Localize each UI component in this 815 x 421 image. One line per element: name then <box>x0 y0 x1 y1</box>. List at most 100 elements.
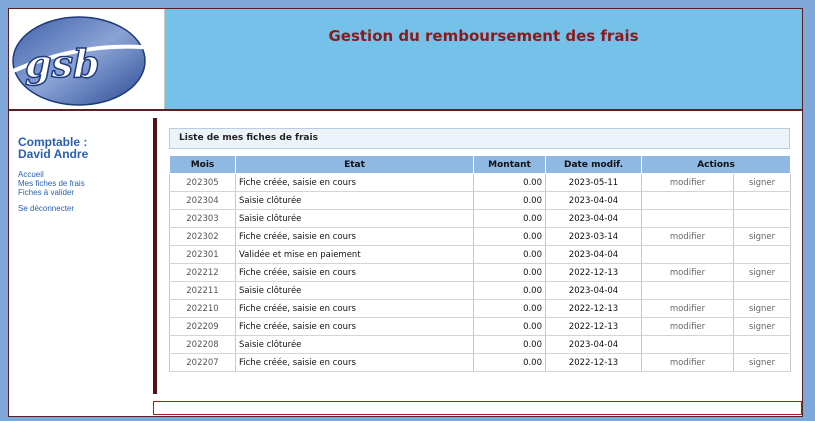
montant-cell: 0.00 <box>473 191 546 210</box>
etat-cell: Saisie clôturée <box>235 209 474 228</box>
date-modif-cell: 2023-04-04 <box>545 245 642 264</box>
table-row: 202211 Saisie clôturée 0.00 2023-04-04 <box>169 281 792 300</box>
header: gsb Gestion du remboursement des frais <box>9 9 802 111</box>
logo: gsb <box>9 9 165 109</box>
table-row: 202305 Fiche créée, saisie en cours 0.00 20… <box>169 173 792 192</box>
montant-cell: 0.00 <box>473 335 546 354</box>
date-modif-cell: 2023-04-04 <box>545 209 642 228</box>
montant-cell: 0.00 <box>473 173 546 192</box>
mois-cell: 202305 <box>169 173 236 192</box>
etat-cell: Fiche créée, saisie en cours <box>235 263 474 282</box>
signer-link[interactable]: signer <box>733 317 792 336</box>
signer-link[interactable]: signer <box>733 263 792 282</box>
etat-cell: Fiche créée, saisie en cours <box>235 353 474 372</box>
table-body: 202305 Fiche créée, saisie en cours 0.00 20… <box>169 173 792 372</box>
page-title: Gestion du remboursement des frais <box>328 27 639 45</box>
montant-cell: 0.00 <box>473 245 546 264</box>
modifier-link <box>641 209 734 228</box>
table-row: 202209 Fiche créée, saisie en cours 0.00 20… <box>169 317 792 336</box>
montant-cell: 0.00 <box>473 299 546 318</box>
date-modif-cell: 2022-12-13 <box>545 317 642 336</box>
sidebar: Comptable : David Andre Accueil Mes fich… <box>9 136 149 213</box>
signer-link[interactable]: signer <box>733 353 792 372</box>
signer-link <box>733 209 792 228</box>
mois-cell: 202303 <box>169 209 236 228</box>
user-name: David Andre <box>18 147 89 161</box>
signer-link <box>733 281 792 300</box>
table-row: 202304 Saisie clôturée 0.00 2023-04-04 <box>169 191 792 210</box>
signer-link <box>733 191 792 210</box>
gsb-logo-icon: gsb <box>12 16 162 106</box>
modifier-link[interactable]: modifier <box>641 227 734 246</box>
sidebar-item-fiches-a-valider[interactable]: Fiches à valider <box>18 188 149 197</box>
signer-link <box>733 335 792 354</box>
montant-cell: 0.00 <box>473 281 546 300</box>
modifier-link[interactable]: modifier <box>641 353 734 372</box>
etat-cell: Saisie clôturée <box>235 335 474 354</box>
etat-cell: Saisie clôturée <box>235 281 474 300</box>
montant-cell: 0.00 <box>473 209 546 228</box>
etat-cell: Fiche créée, saisie en cours <box>235 317 474 336</box>
sidebar-item-mes-fiches[interactable]: Mes fiches de frais <box>18 179 149 188</box>
column-header-date: Date modif. <box>545 155 642 174</box>
table-row: 202303 Saisie clôturée 0.00 2023-04-04 <box>169 209 792 228</box>
etat-cell: Fiche créée, saisie en cours <box>235 173 474 192</box>
etat-cell: Fiche créée, saisie en cours <box>235 299 474 318</box>
column-header-actions: Actions <box>640 155 792 174</box>
etat-cell: Saisie clôturée <box>235 191 474 210</box>
signer-link[interactable]: signer <box>733 227 792 246</box>
table-row: 202212 Fiche créée, saisie en cours 0.00 20… <box>169 263 792 282</box>
mois-cell: 202301 <box>169 245 236 264</box>
mois-cell: 202302 <box>169 227 236 246</box>
date-modif-cell: 2023-04-04 <box>545 335 642 354</box>
mois-cell: 202207 <box>169 353 236 372</box>
column-header-etat: Etat <box>235 155 474 174</box>
table-row: 202208 Saisie clôturée 0.00 2023-04-04 <box>169 335 792 354</box>
mois-cell: 202208 <box>169 335 236 354</box>
date-modif-cell: 2022-12-13 <box>545 299 642 318</box>
modifier-link <box>641 281 734 300</box>
modifier-link[interactable]: modifier <box>641 173 734 192</box>
etat-cell: Fiche créée, saisie en cours <box>235 227 474 246</box>
table-row: 202301 Validée et mise en paiement 0.00 202… <box>169 245 792 264</box>
etat-cell: Validée et mise en paiement <box>235 245 474 264</box>
signer-link <box>733 245 792 264</box>
mois-cell: 202210 <box>169 299 236 318</box>
table-row: 202210 Fiche créée, saisie en cours 0.00 20… <box>169 299 792 318</box>
mois-cell: 202209 <box>169 317 236 336</box>
column-header-montant: Montant <box>473 155 546 174</box>
logo-text: gsb <box>25 41 100 86</box>
sidebar-item-accueil[interactable]: Accueil <box>18 170 149 179</box>
main-content: Liste de mes fiches de frais Mois Etat M… <box>169 128 792 372</box>
modifier-link <box>641 245 734 264</box>
montant-cell: 0.00 <box>473 353 546 372</box>
signer-link[interactable]: signer <box>733 299 792 318</box>
mois-cell: 202211 <box>169 281 236 300</box>
app-frame: gsb Gestion du remboursement des frais C… <box>8 8 803 417</box>
montant-cell: 0.00 <box>473 317 546 336</box>
footer <box>153 401 802 415</box>
modifier-link <box>641 335 734 354</box>
mois-cell: 202212 <box>169 263 236 282</box>
date-modif-cell: 2023-04-04 <box>545 191 642 210</box>
modifier-link[interactable]: modifier <box>641 317 734 336</box>
signer-link[interactable]: signer <box>733 173 792 192</box>
mois-cell: 202304 <box>169 191 236 210</box>
modifier-link[interactable]: modifier <box>641 299 734 318</box>
date-modif-cell: 2023-05-11 <box>545 173 642 192</box>
table-header-row: Mois Etat Montant Date modif. Actions <box>169 155 792 174</box>
table-row: 202207 Fiche créée, saisie en cours 0.00 20… <box>169 353 792 372</box>
banner: Gestion du remboursement des frais <box>165 9 802 109</box>
modifier-link[interactable]: modifier <box>641 263 734 282</box>
date-modif-cell: 2023-04-04 <box>545 281 642 300</box>
modifier-link <box>641 191 734 210</box>
date-modif-cell: 2023-03-14 <box>545 227 642 246</box>
date-modif-cell: 2022-12-13 <box>545 263 642 282</box>
date-modif-cell: 2022-12-13 <box>545 353 642 372</box>
column-header-mois: Mois <box>169 155 236 174</box>
montant-cell: 0.00 <box>473 263 546 282</box>
logout-link[interactable]: Se déconnecter <box>18 204 149 213</box>
separator-bar <box>153 118 157 394</box>
table-row: 202302 Fiche créée, saisie en cours 0.00 20… <box>169 227 792 246</box>
section-title: Liste de mes fiches de frais <box>169 128 790 149</box>
